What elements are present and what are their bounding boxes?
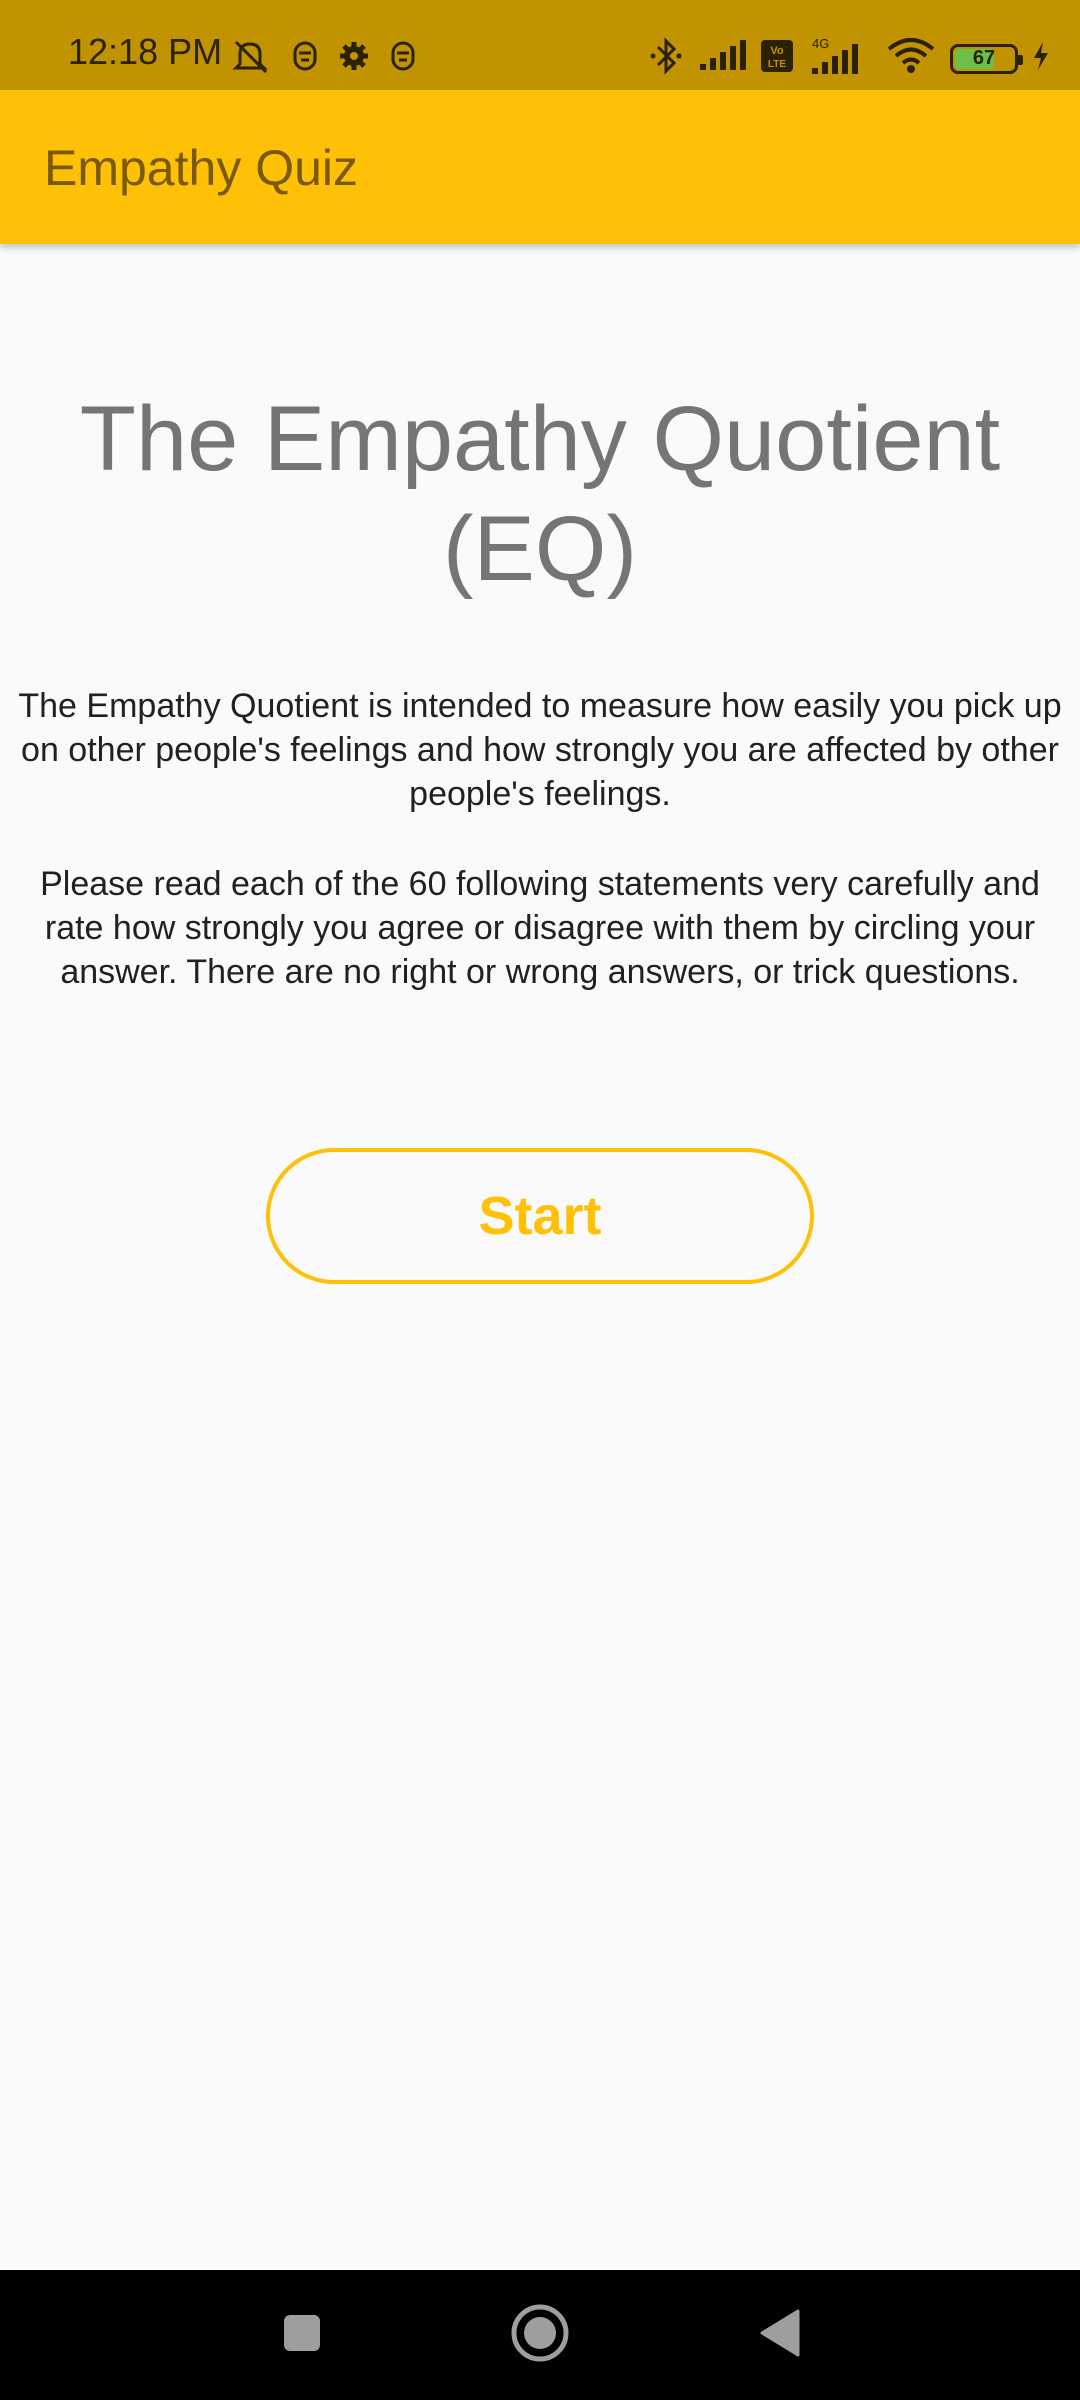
recents-button[interactable] — [267, 2300, 337, 2370]
status-left-icons — [232, 38, 416, 79]
back-button[interactable] — [745, 2300, 815, 2370]
instructions-text: Please read each of the 60 following sta… — [40, 865, 1040, 991]
signal-4g-icon: 4G — [808, 36, 872, 81]
battery-tip — [1018, 54, 1023, 65]
settings-icon — [338, 40, 370, 77]
mute-icon — [232, 38, 272, 79]
app-bar: Empathy Quiz — [0, 90, 1080, 244]
navigation-bar — [0, 2270, 1080, 2400]
network-label: 4G — [812, 36, 829, 51]
notification-icon — [390, 40, 416, 77]
back-icon — [758, 2308, 802, 2363]
wifi-icon — [886, 37, 936, 80]
home-button[interactable] — [505, 2300, 575, 2370]
svg-text:Vo: Vo — [770, 45, 784, 57]
battery-icon: 67 — [950, 43, 1023, 74]
svg-text:LTE: LTE — [768, 59, 786, 70]
signal-icon — [698, 40, 746, 77]
recents-icon — [282, 2313, 322, 2358]
status-time: 12:18 PM — [68, 31, 223, 72]
start-button[interactable]: Start — [266, 1148, 814, 1284]
status-right-icons: Vo LTE 4G 67 — [648, 36, 1050, 81]
battery-level: 67 — [972, 47, 996, 69]
app-title: Empathy Quiz — [44, 140, 359, 196]
description-text: The Empathy Quotient is intended to meas… — [18, 687, 1062, 813]
home-icon — [510, 2303, 570, 2368]
charging-icon — [1032, 41, 1050, 76]
bluetooth-icon — [648, 37, 684, 80]
status-bar: 12:18 PM Vo LTE 4G 67 — [0, 0, 1080, 90]
notification-icon — [292, 40, 318, 77]
page-title: The Empathy Quotient (EQ) — [79, 388, 1001, 600]
volte-icon: Vo LTE — [760, 39, 794, 78]
